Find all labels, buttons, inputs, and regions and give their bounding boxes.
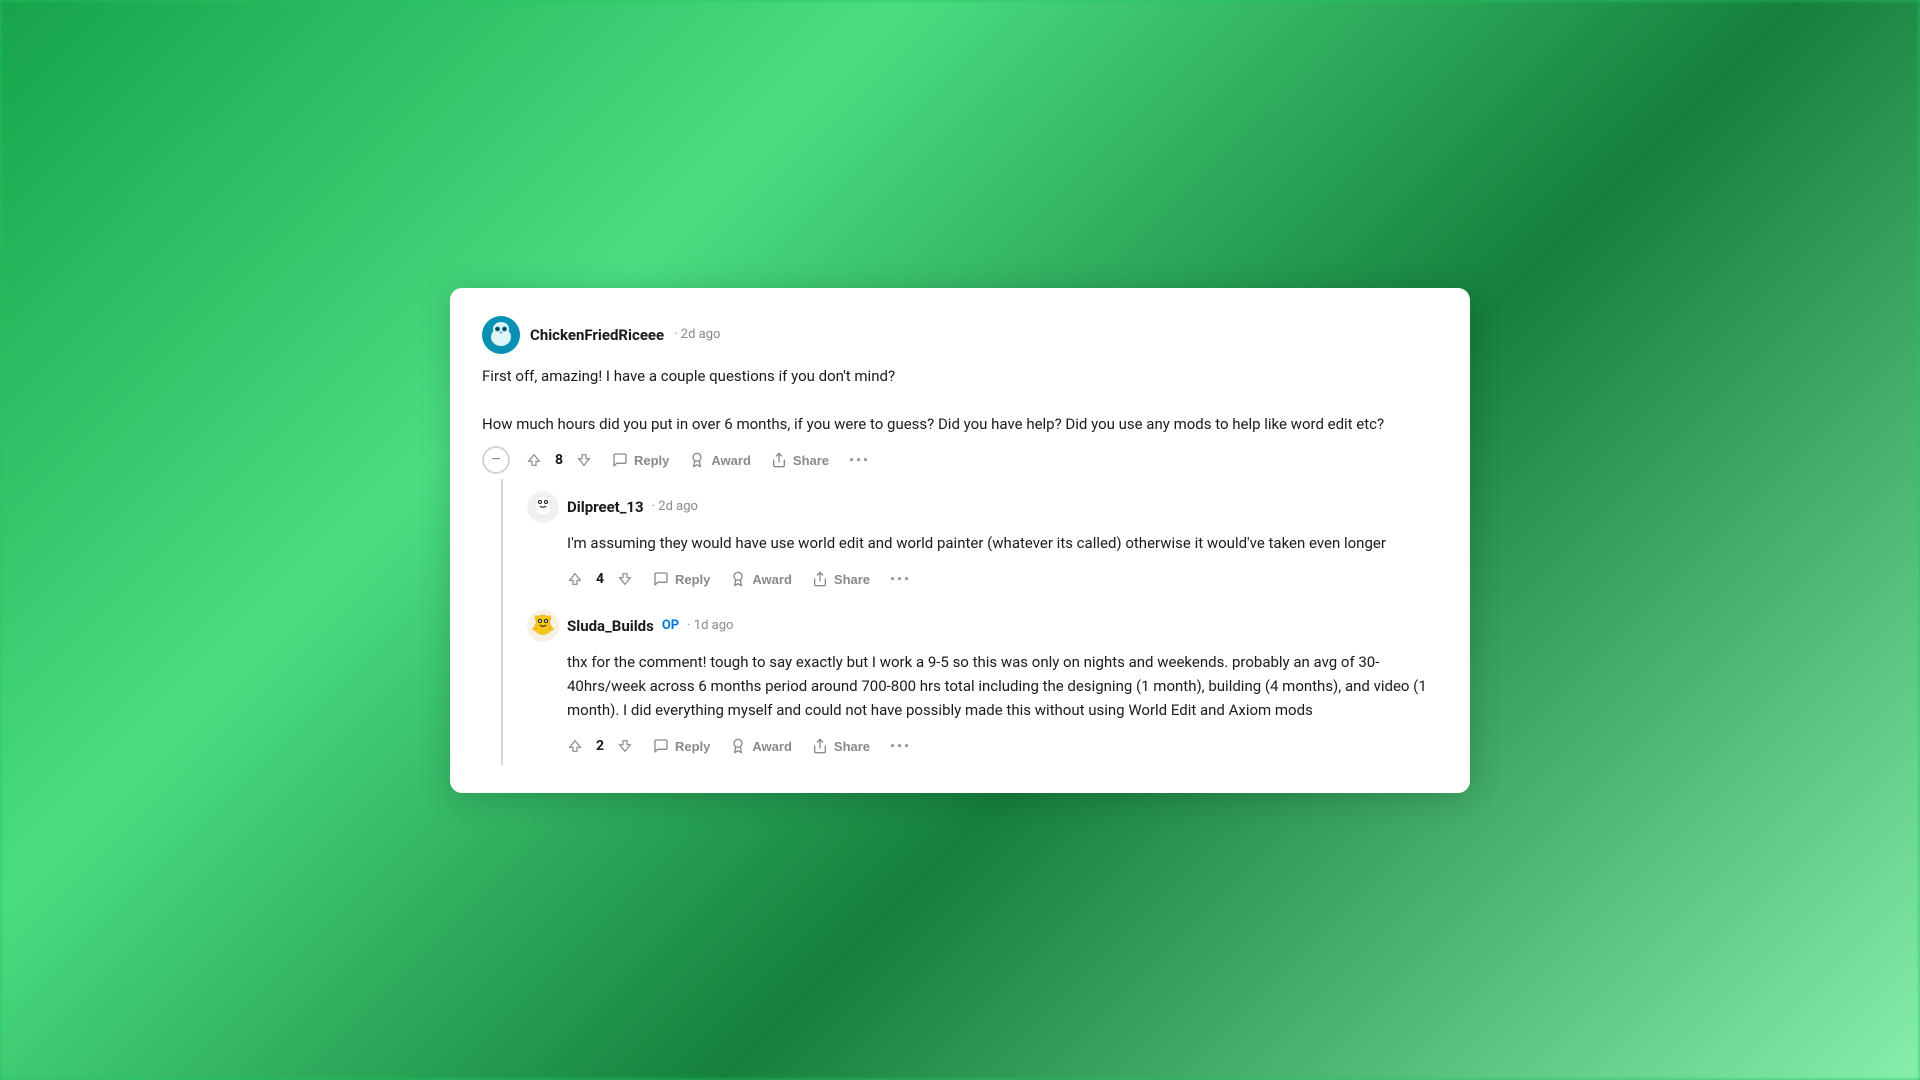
- comment-action-bar: − 8 Reply: [482, 446, 1438, 475]
- reply-dilpreet: Dilpreet_13 · 2d ago I'm assuming they w…: [527, 479, 1438, 598]
- award-button[interactable]: Award: [681, 446, 759, 474]
- collapse-button[interactable]: −: [482, 446, 510, 474]
- reply-icon: [612, 452, 628, 468]
- downvote-icon: [617, 738, 633, 754]
- reply-sluda-body: thx for the comment! tough to say exactl…: [527, 650, 1438, 722]
- comment-timestamp: · 2d ago: [674, 327, 720, 342]
- reply-sluda-username: Sluda_Builds: [567, 617, 654, 635]
- sluda-reply-button[interactable]: Reply: [645, 732, 718, 760]
- reply-sluda: Sluda_Builds OP · 1d ago thx for the com…: [527, 598, 1438, 765]
- reply-button[interactable]: Reply: [604, 446, 677, 474]
- more-button[interactable]: ···: [841, 446, 878, 475]
- share-icon: [771, 452, 787, 468]
- award-icon: [730, 738, 746, 754]
- share-icon: [812, 571, 828, 587]
- comment-username: ChickenFriedRiceee: [530, 326, 664, 344]
- comment-body: First off, amazing! I have a couple ques…: [482, 364, 1438, 436]
- reply-header: Dilpreet_13 · 2d ago: [527, 491, 1438, 523]
- sluda-share-button[interactable]: Share: [804, 732, 878, 760]
- reply-vote-group: 4: [559, 565, 641, 593]
- reply-upvote-button[interactable]: [559, 565, 591, 593]
- reply-vote-count: 4: [595, 571, 605, 587]
- downvote-button[interactable]: [568, 446, 600, 474]
- upvote-icon: [567, 571, 583, 587]
- sluda-award-button[interactable]: Award: [722, 732, 800, 760]
- sluda-more-button[interactable]: ···: [882, 732, 919, 761]
- downvote-icon: [576, 452, 592, 468]
- reply-icon: [653, 571, 669, 587]
- avatar-sluda: [527, 610, 559, 642]
- upvote-icon: [567, 738, 583, 754]
- reply-more-button[interactable]: ···: [882, 565, 919, 594]
- sluda-upvote-button[interactable]: [559, 732, 591, 760]
- downvote-icon: [617, 571, 633, 587]
- reply-icon: [653, 738, 669, 754]
- op-badge: OP: [662, 618, 679, 633]
- upvote-button[interactable]: [518, 446, 550, 474]
- upvote-icon: [526, 452, 542, 468]
- comment-header: ChickenFriedRiceee · 2d ago: [482, 316, 1438, 354]
- vote-group: 8: [518, 446, 600, 474]
- award-icon: [730, 571, 746, 587]
- avatar: [482, 316, 520, 354]
- comment-chickenfridriceee: ChickenFriedRiceee · 2d ago First off, a…: [482, 316, 1438, 475]
- thread-container: Dilpreet_13 · 2d ago I'm assuming they w…: [482, 479, 1438, 765]
- reply-sluda-action-bar: 2 Reply: [527, 732, 1438, 761]
- reply-sluda-header: Sluda_Builds OP · 1d ago: [527, 610, 1438, 642]
- sluda-downvote-button[interactable]: [609, 732, 641, 760]
- sluda-vote-group: 2: [559, 732, 641, 760]
- sluda-vote-count: 2: [595, 738, 605, 754]
- award-icon: [689, 452, 705, 468]
- reply-share-button[interactable]: Share: [804, 565, 878, 593]
- avatar-dilpreet: [527, 491, 559, 523]
- replies-container: Dilpreet_13 · 2d ago I'm assuming they w…: [503, 479, 1438, 765]
- share-icon: [812, 738, 828, 754]
- reply-action-bar: 4 Reply: [527, 565, 1438, 594]
- reply-reply-button[interactable]: Reply: [645, 565, 718, 593]
- reply-award-button[interactable]: Award: [722, 565, 800, 593]
- reply-body: I'm assuming they would have use world e…: [527, 531, 1438, 555]
- reply-timestamp: · 2d ago: [652, 499, 698, 514]
- share-button[interactable]: Share: [763, 446, 837, 474]
- reply-username: Dilpreet_13: [567, 498, 644, 516]
- vote-count: 8: [554, 452, 564, 468]
- reply-sluda-timestamp: · 1d ago: [687, 618, 733, 633]
- comments-card: ChickenFriedRiceee · 2d ago First off, a…: [450, 288, 1470, 793]
- reply-downvote-button[interactable]: [609, 565, 641, 593]
